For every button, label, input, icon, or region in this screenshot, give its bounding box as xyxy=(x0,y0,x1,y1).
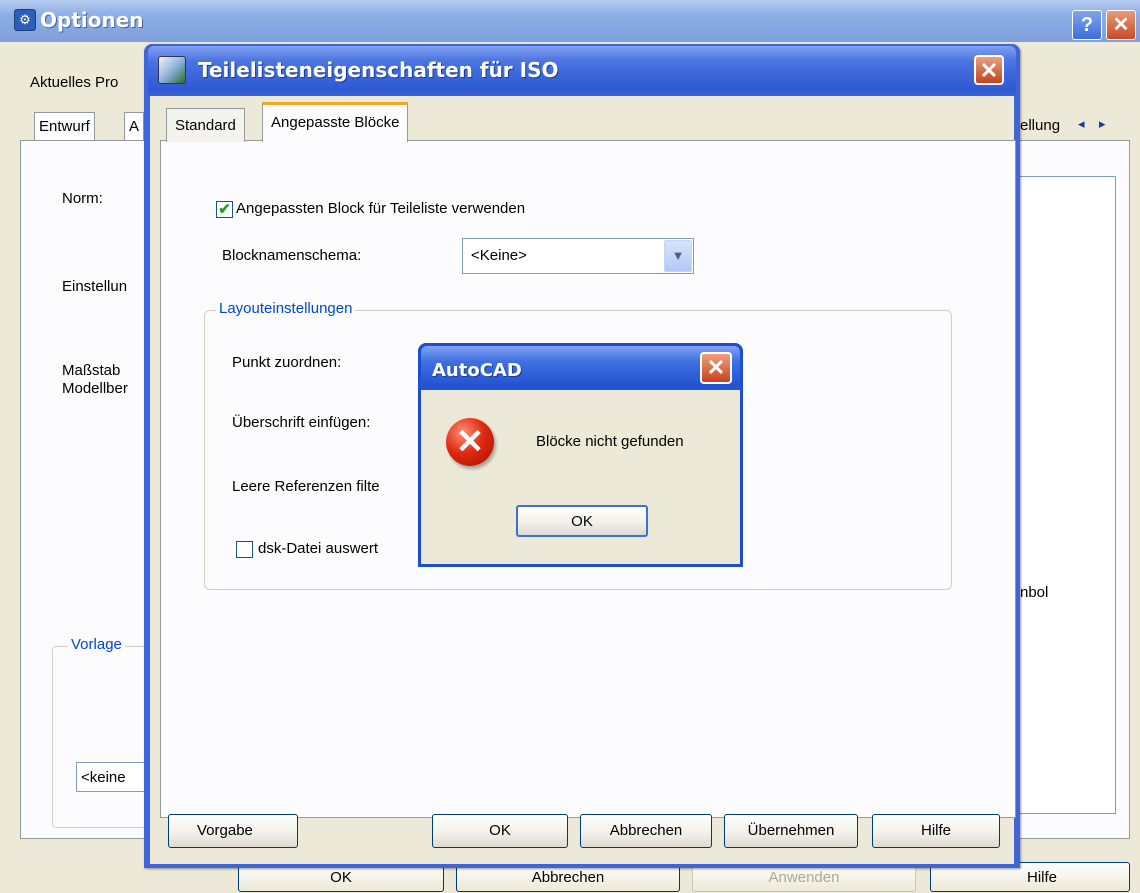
message-ok-button[interactable]: OK xyxy=(516,505,648,537)
tab-darstellung-partial[interactable]: ellung xyxy=(1016,112,1064,140)
tab-scroll-left-icon[interactable]: ◂ xyxy=(1078,116,1085,131)
tab-angepasste-bloecke[interactable]: Angepasste Blöcke xyxy=(262,102,409,142)
tab-scroll-right-icon[interactable]: ▸ xyxy=(1099,116,1106,131)
block-name-scheme-label: Blocknamenschema: xyxy=(222,247,362,264)
message-box-close-button[interactable]: ✕ xyxy=(700,352,732,384)
dsk-file-label: dsk-Datei auswert xyxy=(258,540,379,557)
dialog-app-icon xyxy=(158,56,186,84)
options-title: Optionen xyxy=(40,8,144,32)
ok-button[interactable]: OK xyxy=(432,814,568,848)
help-button[interactable]: Hilfe xyxy=(872,814,1000,848)
vorlage-group-label: Vorlage xyxy=(68,636,125,653)
vorlage-group xyxy=(52,646,154,828)
apply-button[interactable]: Übernehmen xyxy=(724,814,858,848)
options-help-button[interactable]: ? xyxy=(1072,10,1102,40)
use-custom-block-checkbox[interactable]: ✔ xyxy=(216,201,233,218)
massstab-label: Maßstab xyxy=(62,362,121,379)
chevron-down-icon[interactable]: ▼ xyxy=(664,240,692,272)
einstellung-label: Einstellun xyxy=(62,278,128,295)
layout-settings-group-label: Layouteinstellungen xyxy=(216,300,356,317)
message-text: Blöcke nicht gefunden xyxy=(536,433,684,450)
message-box-title: AutoCAD xyxy=(432,360,522,381)
use-custom-block-label: Angepassten Block für Teileliste verwend… xyxy=(236,200,526,217)
dialog-close-button[interactable]: ✕ xyxy=(974,55,1004,85)
modellbereich-label: Modellber xyxy=(62,380,128,397)
tab-standard[interactable]: Standard xyxy=(166,108,245,142)
options-titlebar xyxy=(0,0,1140,42)
error-icon: ✕ xyxy=(446,418,494,466)
tab-scroll-arrows[interactable]: ◂ ▸ xyxy=(1078,112,1118,136)
symbol-label: nbol xyxy=(1020,584,1049,601)
tab-entwurf[interactable]: Entwurf xyxy=(34,112,95,140)
options-app-icon: ⚙ xyxy=(14,9,36,31)
block-name-scheme-value: <Keine> xyxy=(471,247,527,264)
options-close-button[interactable]: ✕ xyxy=(1106,10,1136,40)
block-name-scheme-select[interactable]: <Keine> xyxy=(462,238,694,274)
tab-a[interactable]: A xyxy=(124,112,145,140)
message-box-body xyxy=(421,390,740,564)
dialog-title: Teilelisteneigenschaften für ISO xyxy=(198,58,559,82)
options-preview-area xyxy=(1010,176,1116,814)
norm-label: Norm: xyxy=(62,190,103,207)
filter-empty-references-label: Leere Referenzen filte xyxy=(232,478,380,495)
cancel-button[interactable]: Abbrechen xyxy=(580,814,712,848)
insert-heading-label: Überschrift einfügen: xyxy=(232,414,371,431)
assign-point-label: Punkt zuordnen: xyxy=(232,354,342,371)
vorgabe-button[interactable]: Vorgabe xyxy=(168,814,298,848)
dsk-file-checkbox[interactable] xyxy=(236,541,253,558)
current-profile-label: Aktuelles Pro xyxy=(30,74,119,91)
